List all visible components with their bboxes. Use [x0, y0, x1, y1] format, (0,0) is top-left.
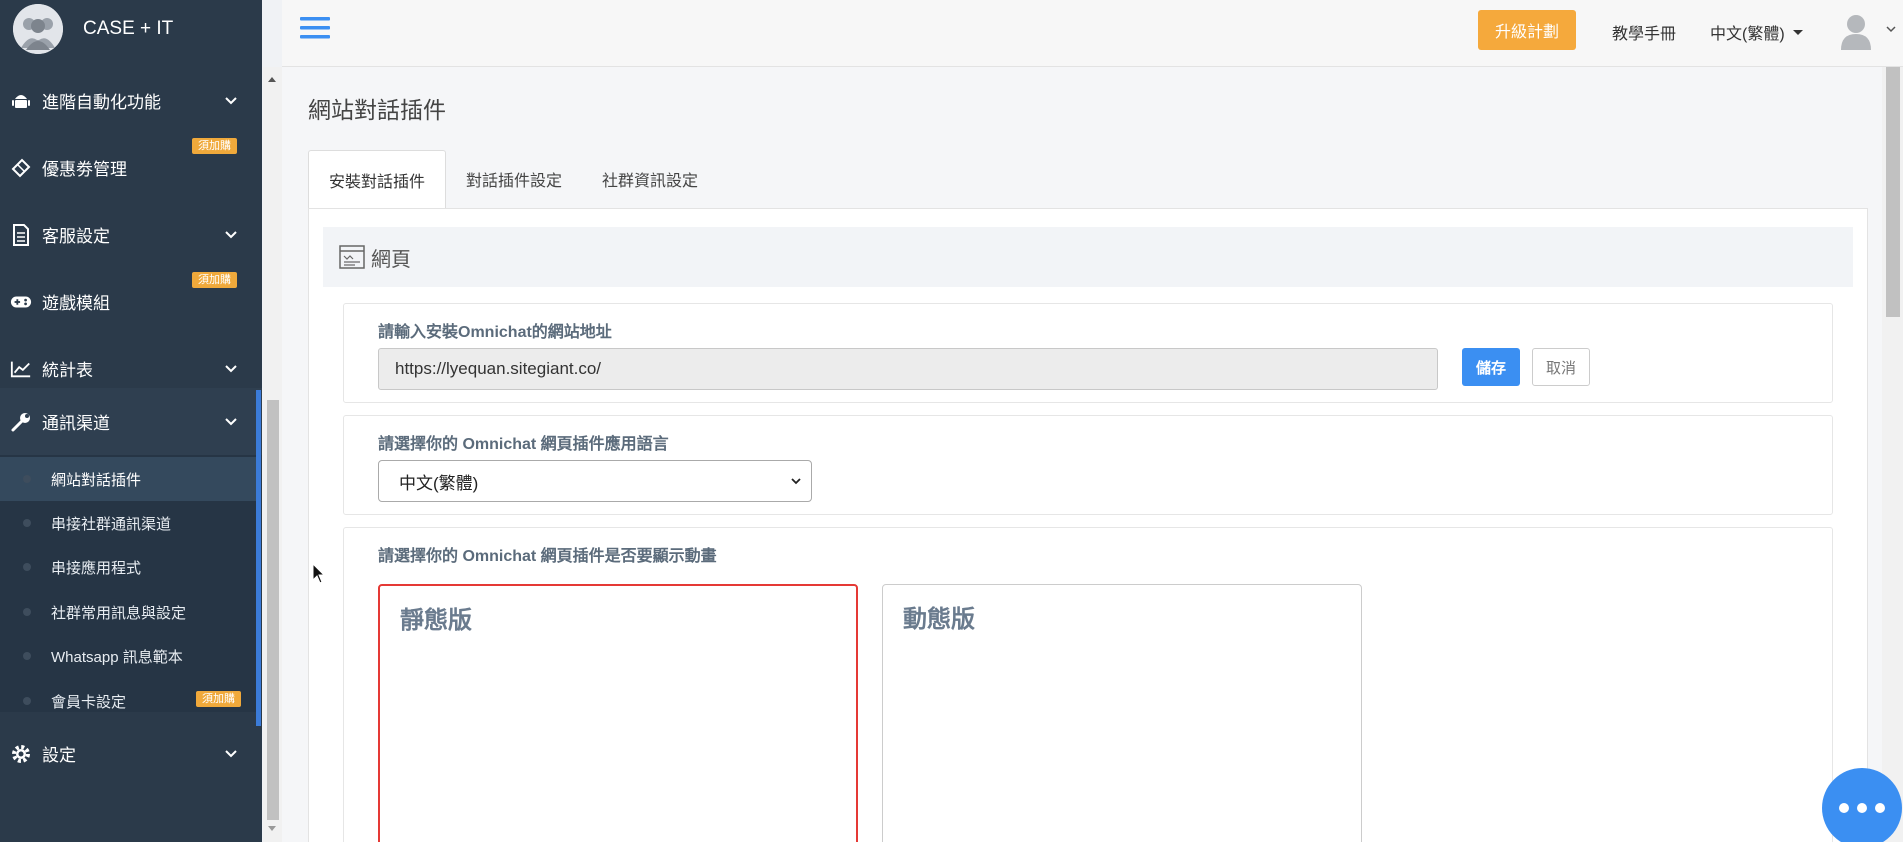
animated-version-option[interactable]: 動態版 — [882, 584, 1362, 842]
document-icon — [10, 223, 32, 246]
sidebar-item-automation[interactable]: 進階自動化功能 — [0, 67, 262, 134]
bullet-dot — [23, 563, 31, 571]
bullet-dot — [23, 652, 31, 660]
dot-icon — [1839, 803, 1849, 813]
line-chart-icon — [10, 358, 32, 380]
sidebar-scroll-indicator — [256, 390, 261, 726]
chevron-down-icon — [225, 364, 237, 372]
tab-panel: 網頁 請輸入安裝Omnichat的網站地址 儲存 取消 請選擇你的 Omnich… — [308, 208, 1868, 842]
gamepad-icon — [10, 291, 32, 313]
chevron-down-icon[interactable] — [1886, 25, 1896, 33]
url-section-label: 請輸入安裝Omnichat的網站地址 — [378, 324, 612, 341]
scroll-up-icon[interactable] — [267, 75, 277, 83]
ticket-icon — [10, 157, 32, 179]
language-dropdown[interactable]: 中文(繁體) — [1710, 20, 1803, 44]
bullet-dot — [23, 697, 31, 705]
tab-widget-settings[interactable]: 對話插件設定 — [446, 150, 582, 208]
chevron-down-icon — [225, 417, 237, 425]
sidebar-item-label: 遊戲模組 — [42, 294, 110, 313]
team-avatar-icon[interactable] — [13, 4, 63, 54]
animation-section-label: 請選擇你的 Omnichat 網頁插件是否要顯示動畫 — [378, 548, 717, 565]
addon-badge: 須加購 — [196, 691, 241, 707]
sidebar-subitem-social-channels[interactable]: 串接社群通訊渠道 — [0, 501, 256, 545]
addon-badge: 須加購 — [192, 138, 237, 154]
sidebar-item-label: 設定 — [42, 746, 76, 765]
animation-section: 請選擇你的 Omnichat 網頁插件是否要顯示動畫 靜態版 動態版 — [343, 527, 1833, 842]
page-title: 網站對話插件 — [308, 97, 446, 123]
chat-widget-button[interactable] — [1822, 768, 1902, 842]
sidebar-subitem-label: 會員卡設定 — [51, 693, 127, 711]
chevron-down-icon — [225, 230, 237, 238]
sidebar-subitem-apps[interactable]: 串接應用程式 — [0, 545, 256, 589]
sidebar-menu: 進階自動化功能 優惠劵管理 客服設定 遊戲模組 統計表 通訊渠道 網站對話插件 … — [0, 67, 262, 842]
sidebar-subitem-label: Whatsapp 訊息範本 — [51, 648, 183, 666]
widget-language-select[interactable]: 中文(繁體) — [378, 460, 812, 502]
option-title: 動態版 — [903, 606, 975, 633]
mouse-cursor-icon — [312, 563, 326, 584]
sidebar-item-settings[interactable]: 設定 — [0, 720, 262, 787]
sidebar-item-label: 通訊渠道 — [42, 414, 110, 433]
card-header: 網頁 — [323, 227, 1853, 287]
website-url-input[interactable] — [378, 348, 1438, 390]
sidebar-subitem-label: 社群常用訊息與設定 — [51, 604, 187, 622]
sidebar-subitem-whatsapp-templates[interactable]: Whatsapp 訊息範本 — [0, 634, 256, 678]
sidebar-item-channels[interactable]: 通訊渠道 — [0, 388, 262, 455]
save-button[interactable]: 儲存 — [1462, 348, 1520, 386]
tab-install-widget[interactable]: 安裝對話插件 — [308, 150, 447, 208]
language-label: 中文(繁體) — [1710, 26, 1785, 43]
sidebar: CASE + IT 進階自動化功能 優惠劵管理 客服設定 遊戲模組 統計表 通訊… — [0, 0, 262, 842]
sidebar-item-label: 客服設定 — [42, 227, 110, 246]
sidebar-subitem-label: 串接社群通訊渠道 — [51, 515, 172, 533]
bullet-dot — [23, 519, 31, 527]
sidebar-header: CASE + IT — [0, 0, 262, 58]
webpage-icon — [339, 245, 365, 269]
user-avatar-icon[interactable] — [1840, 12, 1872, 52]
gear-icon — [10, 743, 32, 765]
manual-link[interactable]: 教學手冊 — [1612, 20, 1676, 44]
sidebar-subitem-label: 串接應用程式 — [51, 559, 142, 577]
caret-down-icon — [1792, 29, 1803, 35]
chevron-down-icon — [225, 96, 237, 104]
dot-icon — [1857, 803, 1867, 813]
static-version-option[interactable]: 靜態版 — [378, 584, 858, 842]
card-title: 網頁 — [371, 248, 411, 271]
option-title: 靜態版 — [400, 607, 472, 634]
chevron-down-icon — [225, 749, 237, 757]
addon-badge: 須加購 — [192, 272, 237, 288]
hamburger-menu-icon[interactable] — [300, 16, 330, 40]
tab-bar: 安裝對話插件 對話插件設定 社群資訊設定 — [308, 150, 718, 208]
sidebar-item-label: 進階自動化功能 — [42, 93, 161, 112]
language-section: 請選擇你的 Omnichat 網頁插件應用語言 中文(繁體) — [343, 415, 1833, 515]
main-scrollbar-thumb[interactable] — [1886, 67, 1900, 317]
chevron-down-icon — [791, 478, 801, 485]
selected-language: 中文(繁體) — [399, 473, 479, 493]
wrench-icon — [10, 411, 32, 433]
sidebar-subitem-social-messages[interactable]: 社群常用訊息與設定 — [0, 590, 256, 634]
top-bar: 升級計劃 教學手冊 中文(繁體) — [282, 0, 1903, 67]
dot-icon — [1875, 803, 1885, 813]
cancel-button[interactable]: 取消 — [1532, 348, 1590, 386]
url-section: 請輸入安裝Omnichat的網站地址 儲存 取消 — [343, 303, 1833, 403]
bullet-dot — [23, 475, 31, 483]
scroll-down-icon[interactable] — [267, 825, 277, 833]
sidebar-subitem-web-chat-widget[interactable]: 網站對話插件 — [0, 457, 256, 501]
sidebar-subitem-label: 網站對話插件 — [51, 471, 142, 489]
sidebar-item-customer-service[interactable]: 客服設定 — [0, 201, 262, 268]
android-icon — [10, 90, 32, 112]
sidebar-item-label: 優惠劵管理 — [42, 160, 127, 179]
main-content: 網站對話插件 安裝對話插件 對話插件設定 社群資訊設定 網頁 請輸入安裝Omni… — [282, 67, 1882, 842]
upgrade-plan-button[interactable]: 升級計劃 — [1478, 10, 1576, 50]
sidebar-scrollbar-thumb[interactable] — [267, 400, 279, 820]
brand-name: CASE + IT — [83, 18, 174, 39]
bullet-dot — [23, 608, 31, 616]
sidebar-item-label: 統計表 — [42, 361, 93, 380]
tab-social-info-settings[interactable]: 社群資訊設定 — [582, 150, 718, 208]
language-section-label: 請選擇你的 Omnichat 網頁插件應用語言 — [378, 436, 669, 453]
